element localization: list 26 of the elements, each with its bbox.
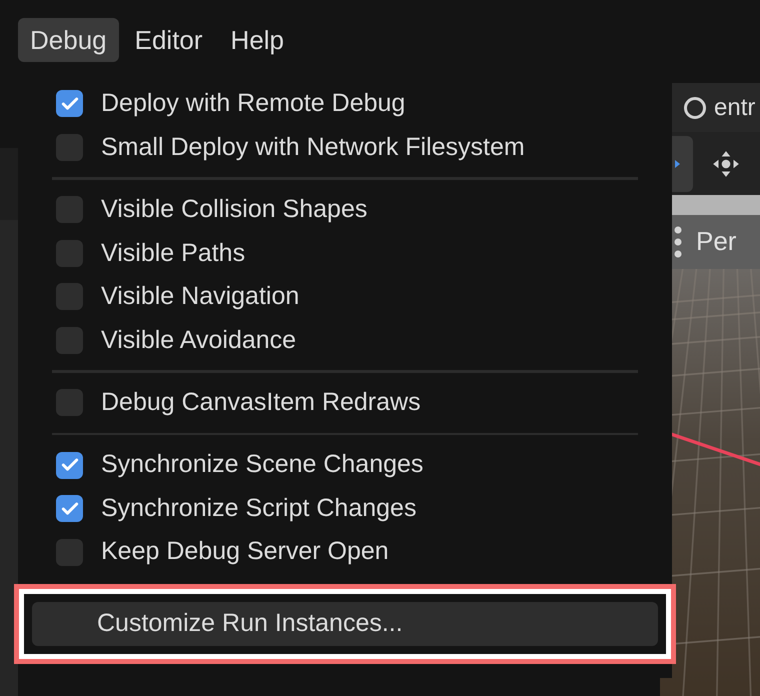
checkbox[interactable] <box>56 326 83 354</box>
menu-item[interactable]: Debug CanvasItem Redraws <box>18 380 672 425</box>
menu-tab[interactable]: Help <box>218 18 296 62</box>
kebab-menu-icon[interactable] <box>674 226 682 258</box>
view-label: Per <box>696 225 736 258</box>
checkbox[interactable] <box>56 240 83 267</box>
checkbox[interactable] <box>56 283 83 310</box>
menu-item[interactable]: Visible Navigation <box>18 275 672 319</box>
menu-item[interactable]: Visible Avoidance <box>18 318 672 362</box>
menu-tab[interactable]: Editor <box>122 18 215 62</box>
checkbox[interactable] <box>56 90 83 118</box>
menu-item[interactable]: Visible Collision Shapes <box>18 188 672 232</box>
menu-item[interactable]: Keep Debug Server Open <box>18 530 672 574</box>
menu-item[interactable]: Synchronize Scene Changes <box>18 443 672 487</box>
menu-tab[interactable]: Debug <box>18 18 119 62</box>
checkbox[interactable] <box>56 538 83 566</box>
checkbox[interactable] <box>56 452 83 479</box>
menu-item[interactable]: Customize Run Instances... <box>32 602 658 646</box>
checkbox[interactable] <box>56 196 83 224</box>
move-icon[interactable] <box>711 148 741 179</box>
checkbox[interactable] <box>56 389 83 416</box>
tab-label: entr <box>714 92 756 123</box>
checkbox[interactable] <box>56 134 83 161</box>
menu-item[interactable]: Synchronize Script Changes <box>18 486 672 530</box>
menu-item[interactable]: Visible Paths <box>18 231 672 276</box>
checkbox[interactable] <box>56 495 83 522</box>
